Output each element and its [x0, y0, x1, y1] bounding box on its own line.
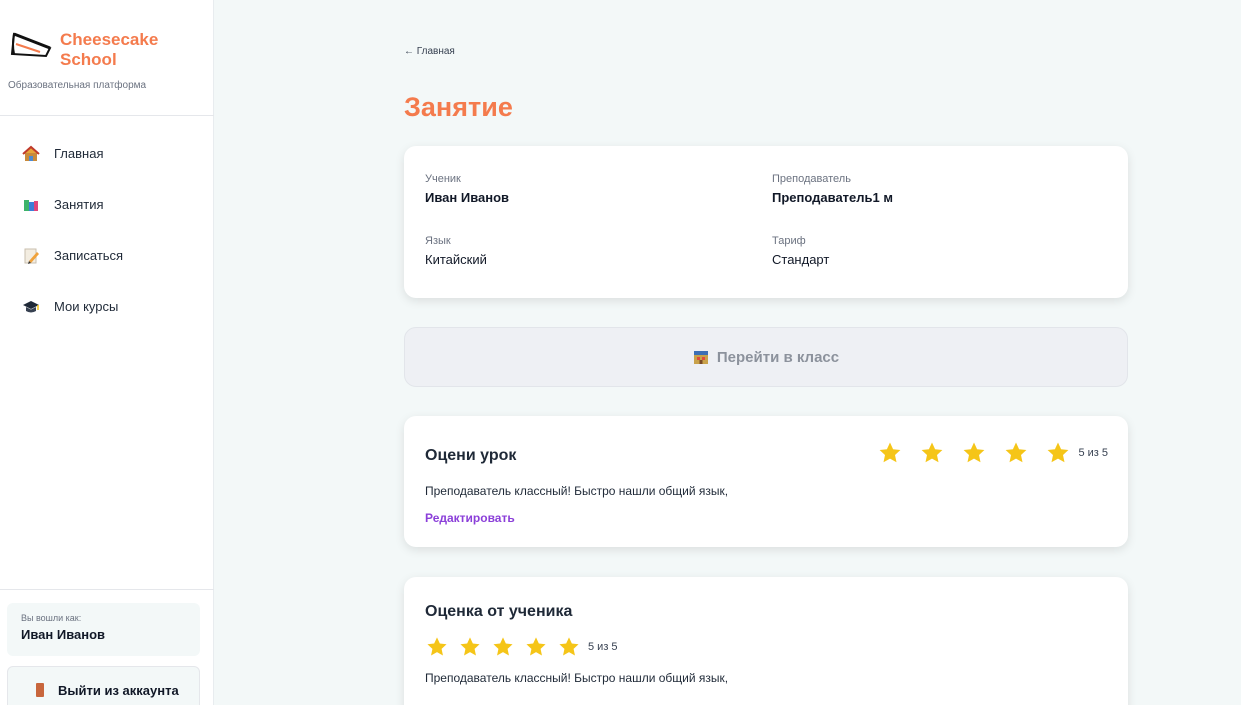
teacher-label: Преподаватель: [772, 173, 851, 185]
back-link[interactable]: ← Главная: [404, 46, 455, 57]
star-icon: [492, 636, 514, 658]
star-icon: [426, 636, 448, 658]
star-icon[interactable]: [962, 441, 986, 465]
star-icon: [525, 636, 547, 658]
star-icon[interactable]: [1046, 441, 1070, 465]
sidebar-divider: [0, 115, 214, 116]
cheesecake-logo-icon: [10, 32, 52, 58]
page-title: Занятие: [404, 92, 513, 122]
sidebar-item-label: Главная: [54, 146, 104, 161]
graduation-cap-icon: [22, 298, 40, 316]
star-icon: [558, 636, 580, 658]
student-rating-title: Оценка от ученика: [425, 603, 573, 620]
current-user-box: Вы вошли как: Иван Иванов: [7, 603, 200, 656]
star-icon: [459, 636, 481, 658]
teacher-info: Преподаватель Преподаватель1 м: [772, 173, 893, 205]
tariff-info: Тариф Стандарт: [772, 235, 829, 267]
star-icon[interactable]: [920, 441, 944, 465]
door-icon: [36, 683, 44, 697]
student-value: Иван Иванов: [425, 190, 510, 205]
teacher-value: Преподаватель1 м: [772, 190, 893, 205]
lesson-info-card: Ученик Иван Иванов Преподаватель Препода…: [404, 146, 1128, 298]
rating-text: 5 из 5: [588, 641, 618, 653]
star-icon[interactable]: [878, 441, 902, 465]
sidebar-item-lessons[interactable]: Занятия: [0, 179, 214, 230]
student-comment: Преподаватель классный! Быстро нашли общ…: [425, 671, 729, 685]
language-info: Язык Китайский: [425, 235, 487, 267]
star-icon[interactable]: [1004, 441, 1028, 465]
edit-rating-link[interactable]: Редактировать: [425, 511, 515, 525]
memo-icon: [22, 247, 40, 265]
sidebar-item-label: Записаться: [54, 248, 124, 263]
language-label: Язык: [425, 235, 451, 247]
student-rating-stars: 5 из 5: [426, 636, 618, 658]
go-to-class-label: Перейти в класс: [716, 348, 840, 366]
sidebar-item-label: Мои курсы: [54, 299, 119, 314]
sidebar-item-my-courses[interactable]: Мои курсы: [0, 281, 214, 332]
student-label: Ученик: [425, 173, 461, 185]
rate-lesson-title: Оцени урок: [425, 447, 517, 464]
logout-label: Выйти из аккаунта: [58, 682, 179, 698]
rate-lesson-card: Оцени урок 5 из 5 Преподаватель классный…: [404, 416, 1128, 547]
sidebar-nav: Главная Занятия Записаться Мои курсы: [0, 128, 214, 332]
go-to-class-button[interactable]: Перейти в класс: [404, 327, 1128, 387]
sidebar-item-label: Занятия: [54, 197, 104, 212]
tariff-label: Тариф: [772, 235, 806, 247]
current-user-name: Иван Иванов: [21, 627, 106, 642]
rating-text: 5 из 5: [1078, 447, 1108, 459]
sidebar: Cheesecake School Образовательная платфо…: [0, 0, 214, 705]
sidebar-item-home[interactable]: Главная: [0, 128, 214, 179]
sidebar-item-enroll[interactable]: Записаться: [0, 230, 214, 281]
books-icon: [22, 196, 40, 214]
sidebar-divider: [0, 589, 214, 590]
student-rating-card: Оценка от ученика 5 из 5 Преподаватель к…: [404, 577, 1128, 705]
house-icon: [22, 145, 40, 163]
language-value: Китайский: [425, 252, 487, 267]
brand-name: Cheesecake School: [60, 30, 159, 69]
school-icon: [693, 349, 709, 365]
current-user-label: Вы вошли как:: [21, 613, 82, 623]
logout-button[interactable]: Выйти из аккаунта: [7, 666, 200, 705]
tariff-value: Стандарт: [772, 252, 830, 267]
student-info: Ученик Иван Иванов: [425, 173, 509, 205]
rate-lesson-stars: 5 из 5: [878, 441, 1108, 465]
rate-comment: Преподаватель классный! Быстро нашли общ…: [425, 484, 729, 498]
brand-subtitle: Образовательная платформа: [8, 80, 147, 91]
